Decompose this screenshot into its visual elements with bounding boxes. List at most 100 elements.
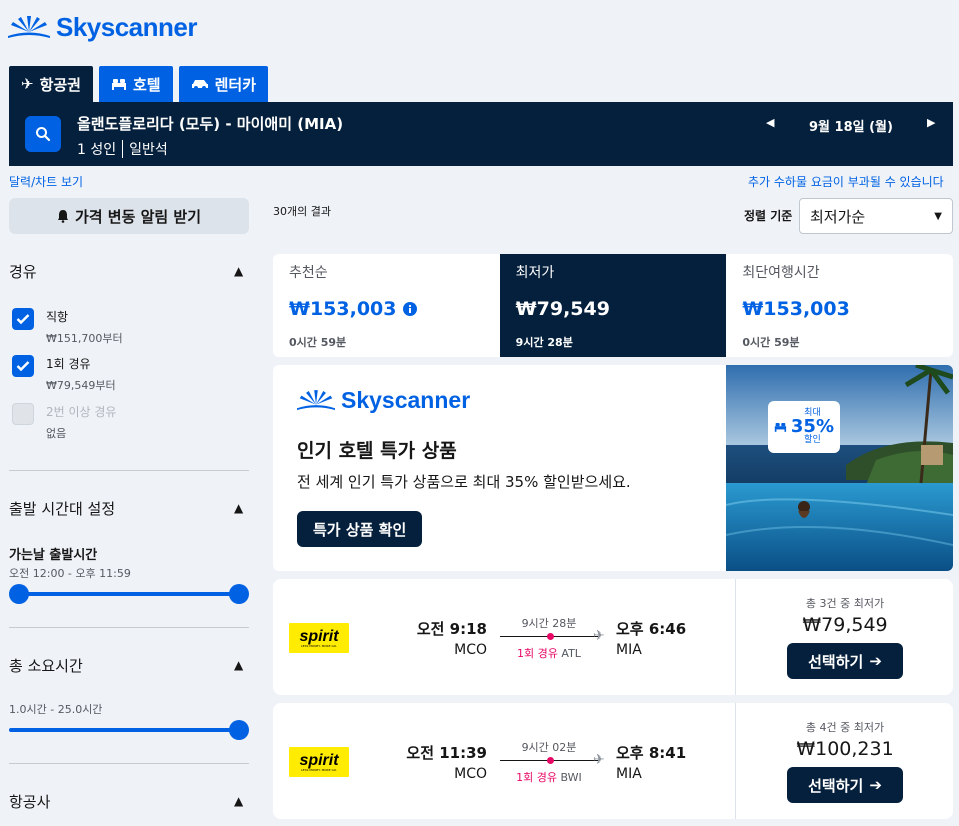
tab-label: 호텔 [132,75,161,94]
separator [122,140,124,158]
flight-result-card[interactable]: spirit LESS MONEY. MORE GO. 오전 11:39 MCO… [273,703,953,819]
airline-tagline: LESS MONEY. MORE GO. [301,767,337,772]
promo-brand: Skyscanner [341,387,471,413]
price-alert-button[interactable]: 가격 변동 알림 받기 [9,198,249,234]
option-price: ₩151,700부터 [46,332,123,345]
arrival-time: 오후 6:46 [616,620,687,638]
hotel-promo-banner: Skyscanner 인기 호텔 특가 상품 전 세계 인기 특가 상품으로 최… [273,365,953,571]
search-icon [36,127,51,142]
via-airport: ATL [561,647,581,660]
chevron-up-icon[interactable]: ▲ [234,794,243,808]
arrival-time: 오후 8:41 [616,744,687,762]
promo-deals-button[interactable]: 특가 상품 확인 [297,511,423,547]
route-text[interactable]: 올랜도플로리다 (모두) - 마이애미 (MIA) [77,113,343,134]
previous-day-button[interactable]: ◀ [766,116,774,129]
price-column: 총 3건 중 최저가 ₩79,549 선택하기 ➔ [735,579,953,695]
promo-text: 전 세계 인기 특가 상품으로 최대 35% 할인받으세요. [297,473,631,491]
departure-airport: MCO [454,642,487,658]
select-label: 선택하기 [808,776,864,795]
calendar-chart-link[interactable]: 달력/차트 보기 [9,173,83,190]
promo-title: 인기 호텔 특가 상품 [297,440,457,462]
departure-time: 오전 9:18 [416,620,487,638]
info-icon[interactable] [402,302,417,316]
sort-tab-label: 최저가 [515,265,555,281]
arrow-right-icon: ➔ [869,776,882,794]
airlines-filter-title[interactable]: 항공사 [9,791,50,812]
select-flight-button[interactable]: 선택하기 ➔ [787,643,903,679]
option-label: 2번 이상 경유 [46,405,117,419]
arrival-airport: MIA [616,766,642,782]
promo-logo: Skyscanner [297,387,470,414]
car-icon [191,80,208,90]
next-day-button[interactable]: ▶ [927,116,935,129]
departure-slider-max-handle[interactable] [229,584,249,604]
departure-subtitle: 가는날 출발시간 [9,548,98,563]
chevron-up-icon[interactable]: ▲ [234,658,243,672]
duration-filter-title[interactable]: 총 소요시간 [9,655,83,676]
bed-icon [774,422,787,432]
deal-caption: 총 4건 중 최저가 [805,721,885,734]
duration-slider-track[interactable] [9,728,239,732]
departure-filter-title[interactable]: 출발 시간대 설정 [9,498,115,519]
tab-hotels[interactable]: 호텔 [98,66,173,102]
sort-tab-label: 추천순 [289,265,328,281]
departure-airport: MCO [454,766,487,782]
travel-date[interactable]: 9월 18일 (월) [809,116,893,135]
baggage-fees-link[interactable]: 추가 수하물 요금이 부과될 수 있습니다 [748,173,944,190]
spirit-airline-logo: spirit LESS MONEY. MORE GO. [289,623,349,653]
departure-slider-track[interactable] [19,592,239,596]
search-button[interactable] [25,116,61,152]
results-count: 30개의 결과 [273,205,331,218]
tab-label: 렌터카 [214,75,256,94]
chevron-up-icon[interactable]: ▲ [234,501,243,515]
duration-slider-handle[interactable] [229,720,249,740]
select-flight-button[interactable]: 선택하기 ➔ [787,767,903,803]
airline-tagline: LESS MONEY. MORE GO. [301,643,337,648]
sort-tab-cheapest[interactable]: 최저가 ₩79,549 9시간 28분 [499,254,727,357]
stops-info: 1회 경유 ATL [500,645,598,661]
sort-label: 정렬 기준 [744,209,793,223]
bed-icon [111,79,126,90]
search-summary-bar: 올랜도플로리다 (모두) - 마이애미 (MIA) 1 성인 일반석 ◀ 9월 … [9,102,953,166]
chevron-up-icon[interactable]: ▲ [234,264,243,278]
tab-flights[interactable]: ✈ 항공권 [9,66,93,102]
spirit-airline-logo: spirit LESS MONEY. MORE GO. [289,747,349,777]
flight-result-card[interactable]: spirit LESS MONEY. MORE GO. 오전 9:18 MCO … [273,579,953,695]
cabin-text: 일반석 [129,142,168,158]
plane-arrival-icon: ✈ [593,752,605,768]
checkbox-one-stop[interactable] [12,355,34,377]
option-price: 없음 [46,427,67,440]
stop-dot [547,757,554,764]
divider [9,763,249,764]
sort-tab-best[interactable]: 추천순 ₩153,003 0시간 59분 [273,254,500,357]
stops-option-one[interactable]: 1회 경유 ₩79,549부터 [12,355,116,393]
stops-filter-title[interactable]: 경유 [9,261,37,282]
passenger-cabin[interactable]: 1 성인 일반석 [77,139,168,159]
sort-dropdown[interactable]: 최저가순 ▼ [799,198,953,234]
price-column: 총 4건 중 최저가 ₩100,231 선택하기 ➔ [735,703,953,819]
tab-label: 항공권 [39,75,81,94]
caret-down-icon: ▼ [934,210,942,222]
arrow-right-icon: ➔ [869,652,882,670]
departure-time: 오전 11:39 [406,744,487,762]
sort-tab-price: ₩79,549 [515,298,610,320]
checkbox-direct[interactable] [12,308,34,330]
sunrise-logo-icon [8,15,50,38]
stops-info: 1회 경유 BWI [500,769,598,785]
sort-tab-fastest[interactable]: 최단여행시간 ₩153,003 0시간 59분 [726,254,953,357]
select-label: 선택하기 [808,652,864,671]
deal-caption: 총 3건 중 최저가 [805,597,885,610]
sort-tab-label: 최단여행시간 [742,265,820,281]
arrival-airport: MIA [616,642,642,658]
sort-tab-price: ₩153,003 [289,298,397,320]
stops-option-direct[interactable]: 직항 ₩151,700부터 [12,308,123,346]
departure-slider-min-handle[interactable] [9,584,29,604]
departure-range: 오전 12:00 - 오후 11:59 [9,567,131,580]
option-price: ₩79,549부터 [46,379,116,392]
stops-count: 1회 경유 [516,771,558,784]
plane-arrival-icon: ✈ [593,628,605,644]
sunrise-logo-icon [297,389,335,410]
skyscanner-logo[interactable]: Skyscanner [8,12,197,43]
tab-car-rental[interactable]: 렌터카 [178,66,268,102]
stops-option-two-plus: 2번 이상 경유 없음 [12,403,116,441]
